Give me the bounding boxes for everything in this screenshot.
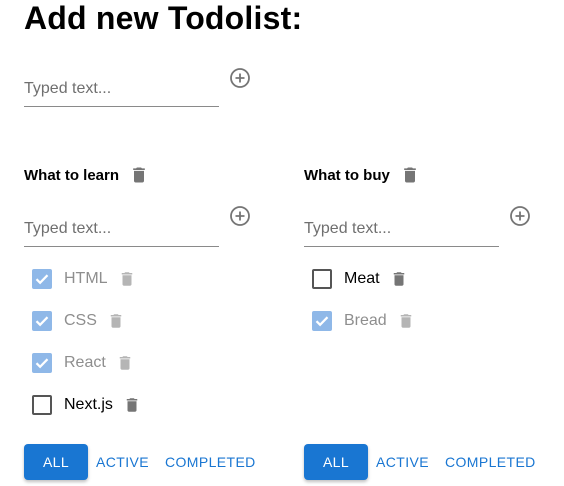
new-todolist-input[interactable] xyxy=(24,80,219,98)
task-label: Next.js xyxy=(64,396,113,413)
filter-all-button[interactable]: ALL xyxy=(24,444,88,480)
filter-active-button[interactable]: ACTIVE xyxy=(96,444,149,480)
task-checkbox-unchecked[interactable] xyxy=(312,269,332,289)
page-title: Add new Todolist: xyxy=(24,0,303,36)
task-checkbox-unchecked[interactable] xyxy=(32,395,52,415)
todolist-header: What to learn xyxy=(24,160,149,190)
task-label: React xyxy=(64,354,106,371)
add-circle-outline-icon xyxy=(230,68,250,88)
delete-todolist-trash-icon[interactable] xyxy=(129,164,149,186)
task-item: CSS xyxy=(32,306,125,336)
filter-button-group: ALL ACTIVE COMPLETED xyxy=(24,444,256,480)
delete-task-trash-icon[interactable] xyxy=(107,311,125,331)
task-checkbox-checked[interactable] xyxy=(32,269,52,289)
task-item: Next.js xyxy=(32,390,141,420)
new-todolist-field[interactable] xyxy=(24,74,219,107)
add-circle-outline-icon xyxy=(230,206,250,226)
task-label: CSS xyxy=(64,312,97,329)
todolist-title: What to learn xyxy=(24,166,120,184)
task-checkbox-checked[interactable] xyxy=(32,311,52,331)
task-item: HTML xyxy=(32,264,136,294)
add-circle-outline-icon xyxy=(510,206,530,226)
add-task-button[interactable] xyxy=(228,204,252,228)
task-item: Bread xyxy=(312,306,415,336)
task-label: Bread xyxy=(344,312,387,329)
new-task-field[interactable] xyxy=(24,214,219,247)
new-task-input[interactable] xyxy=(24,220,219,238)
add-task-button[interactable] xyxy=(508,204,532,228)
delete-task-trash-icon[interactable] xyxy=(390,269,408,289)
new-task-field[interactable] xyxy=(304,214,499,247)
delete-task-trash-icon[interactable] xyxy=(118,269,136,289)
task-label: HTML xyxy=(64,270,108,287)
task-checkbox-checked[interactable] xyxy=(312,311,332,331)
delete-task-trash-icon[interactable] xyxy=(123,395,141,415)
delete-task-trash-icon[interactable] xyxy=(116,353,134,373)
filter-completed-button[interactable]: COMPLETED xyxy=(445,444,536,480)
checkmark-icon xyxy=(315,316,329,327)
todolist-title: What to buy xyxy=(304,166,390,184)
task-checkbox-checked[interactable] xyxy=(32,353,52,373)
task-label: Meat xyxy=(344,270,380,287)
task-item: Meat xyxy=(312,264,408,294)
checkmark-icon xyxy=(35,274,49,285)
add-todolist-button[interactable] xyxy=(228,66,252,90)
filter-all-button[interactable]: ALL xyxy=(304,444,368,480)
filter-active-button[interactable]: ACTIVE xyxy=(376,444,429,480)
task-item: React xyxy=(32,348,134,378)
checkmark-icon xyxy=(35,316,49,327)
checkmark-icon xyxy=(35,358,49,369)
filter-completed-button[interactable]: COMPLETED xyxy=(165,444,256,480)
new-task-input[interactable] xyxy=(304,220,499,238)
filter-button-group: ALL ACTIVE COMPLETED xyxy=(304,444,536,480)
delete-todolist-trash-icon[interactable] xyxy=(400,164,420,186)
delete-task-trash-icon[interactable] xyxy=(397,311,415,331)
todolist-header: What to buy xyxy=(304,160,420,190)
